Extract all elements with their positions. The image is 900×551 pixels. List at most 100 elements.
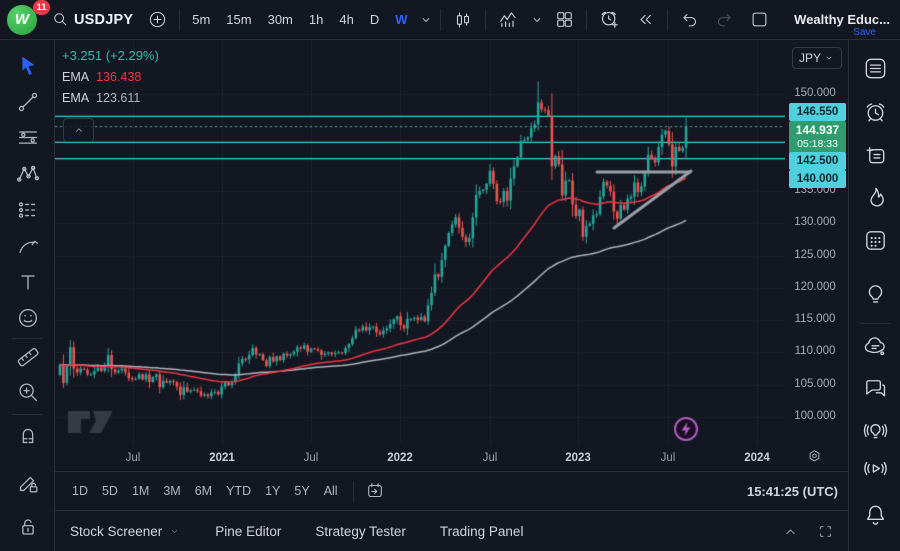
live-ideas-button[interactable] <box>860 415 890 445</box>
compare-add-button[interactable] <box>140 5 175 35</box>
flame-icon <box>862 184 889 211</box>
chevron-down-icon <box>418 12 434 28</box>
ideas-button[interactable] <box>860 278 890 308</box>
time-axis[interactable]: Jul2021Jul2022Jul2023Jul2024 <box>55 448 785 471</box>
chevron-down-icon <box>823 52 835 64</box>
time-axis-label: Jul <box>661 452 676 464</box>
create-alert-button[interactable] <box>591 5 628 35</box>
drawing-lock-tool[interactable] <box>13 468 43 498</box>
undo-button[interactable] <box>672 5 707 35</box>
timeframe-w-button[interactable]: W <box>387 6 415 34</box>
chart-style-button[interactable] <box>445 5 481 35</box>
hotlists-button[interactable] <box>860 182 890 212</box>
price-scale-settings-button[interactable] <box>805 447 824 466</box>
timeframe-expand-button[interactable] <box>416 5 436 35</box>
prediction-tool[interactable] <box>13 195 43 225</box>
ema-slow-label: EMA <box>62 91 89 105</box>
streams-button[interactable] <box>860 453 890 483</box>
price-tick-label: 130.000 <box>785 216 845 228</box>
toolbar-divider <box>485 9 486 31</box>
timeframe-15m-button[interactable]: 15m <box>218 6 259 34</box>
range-bar: 1D5D1M3M6MYTD1Y5YAll 15:41:25 (UTC) <box>55 471 848 511</box>
timeframe-1h-button[interactable]: 1h <box>301 6 331 34</box>
range-5d-button[interactable]: 5D <box>95 480 125 502</box>
zoom-in-tool[interactable] <box>13 377 43 407</box>
notes-button[interactable] <box>860 140 890 170</box>
calendar-button[interactable] <box>860 225 890 255</box>
brush-tool[interactable] <box>13 231 43 261</box>
emoji-tool[interactable] <box>13 303 43 333</box>
notifications-button[interactable] <box>860 500 890 530</box>
drawing-toolbar <box>0 40 55 551</box>
alertclock-icon <box>862 99 889 126</box>
pattern-tool[interactable] <box>13 159 43 189</box>
session-clock[interactable]: 15:41:25 (UTC) <box>747 484 840 499</box>
go-to-date-button[interactable] <box>362 478 388 504</box>
account-logo[interactable]: W 11 <box>4 2 44 38</box>
currency-selector[interactable]: JPY <box>792 47 842 69</box>
time-axis-label: Jul <box>483 452 498 464</box>
chat-button[interactable] <box>860 372 890 402</box>
tab-trading-panel[interactable]: Trading Panel <box>440 524 524 539</box>
toolbar-divider <box>667 9 668 31</box>
minds-button[interactable] <box>860 332 890 362</box>
range-1m-button[interactable]: 1M <box>125 480 156 502</box>
tab-pine-editor[interactable]: Pine Editor <box>215 524 281 539</box>
bar-countdown: 05:18:33 <box>797 138 838 150</box>
symbol-search[interactable]: USDJPY <box>44 5 140 35</box>
timeframe-4h-button[interactable]: 4h <box>331 6 361 34</box>
calendar-arrow-icon <box>364 480 386 502</box>
chevron-down-icon <box>529 12 545 28</box>
toolbar-divider <box>12 414 43 415</box>
range-1y-button[interactable]: 1Y <box>258 480 287 502</box>
snapshot-button[interactable] <box>742 5 777 35</box>
trend-line-tool[interactable] <box>13 87 43 117</box>
indicators-button[interactable] <box>490 5 527 35</box>
redo-button[interactable] <box>707 5 742 35</box>
timeframe-d-button[interactable]: D <box>362 6 387 34</box>
tab-label: Stock Screener <box>70 524 162 539</box>
panel-expand-button[interactable] <box>780 521 801 542</box>
range-1d-button[interactable]: 1D <box>65 480 95 502</box>
grid-layout-icon <box>554 9 575 30</box>
price-scale[interactable]: JPY 144.937 05:18:33 150.000135.000130.0… <box>785 40 848 471</box>
editlock-icon <box>15 470 41 496</box>
tab-strategy-tester[interactable]: Strategy Tester <box>315 524 406 539</box>
playwaves-icon <box>862 455 889 482</box>
indicator-templates-button[interactable] <box>527 5 547 35</box>
lock-all-tool[interactable] <box>13 512 43 542</box>
chart-pane: +3.251 (+2.29%) EMA 136.438 EMA 123.611 … <box>55 40 785 471</box>
magnet-icon <box>15 422 41 448</box>
timeframe-30m-button[interactable]: 30m <box>260 6 301 34</box>
fib-icon <box>15 125 41 151</box>
layout-grid-button[interactable] <box>547 5 582 35</box>
watchlist-button[interactable] <box>860 53 890 83</box>
fullscreen-button[interactable] <box>815 521 836 542</box>
ema-slow-value: 123.611 <box>96 91 140 105</box>
cursor-tool[interactable] <box>13 51 43 81</box>
magnet-tool[interactable] <box>13 420 43 450</box>
legend-collapse-button[interactable] <box>63 118 94 142</box>
time-axis-label: 2022 <box>387 452 413 464</box>
chart-canvas[interactable] <box>55 40 785 448</box>
range-6m-button[interactable]: 6M <box>188 480 219 502</box>
last-price-label: 144.937 05:18:33 <box>789 121 846 153</box>
layout-name[interactable]: Wealthy Educ... Save <box>794 12 900 27</box>
measure-tool[interactable] <box>13 342 43 372</box>
save-button[interactable]: Save <box>853 27 876 38</box>
tab-stock-screener[interactable]: Stock Screener <box>70 524 181 539</box>
range-5y-button[interactable]: 5Y <box>287 480 316 502</box>
square-outline-icon <box>749 9 770 30</box>
timeframe-5m-button[interactable]: 5m <box>184 6 218 34</box>
alerts-button[interactable] <box>860 97 890 127</box>
bar-replay-button[interactable] <box>628 5 663 35</box>
fib-retracement-tool[interactable] <box>13 123 43 153</box>
range-all-button[interactable]: All <box>317 480 345 502</box>
price-tick-label: 115.000 <box>785 313 845 325</box>
text-tool[interactable] <box>13 267 43 297</box>
range-3m-button[interactable]: 3M <box>156 480 187 502</box>
search-icon <box>51 10 70 29</box>
tab-label: Strategy Tester <box>315 524 406 539</box>
range-ytd-button[interactable]: YTD <box>219 480 258 502</box>
alert-price-label: 146.550 <box>789 103 846 121</box>
